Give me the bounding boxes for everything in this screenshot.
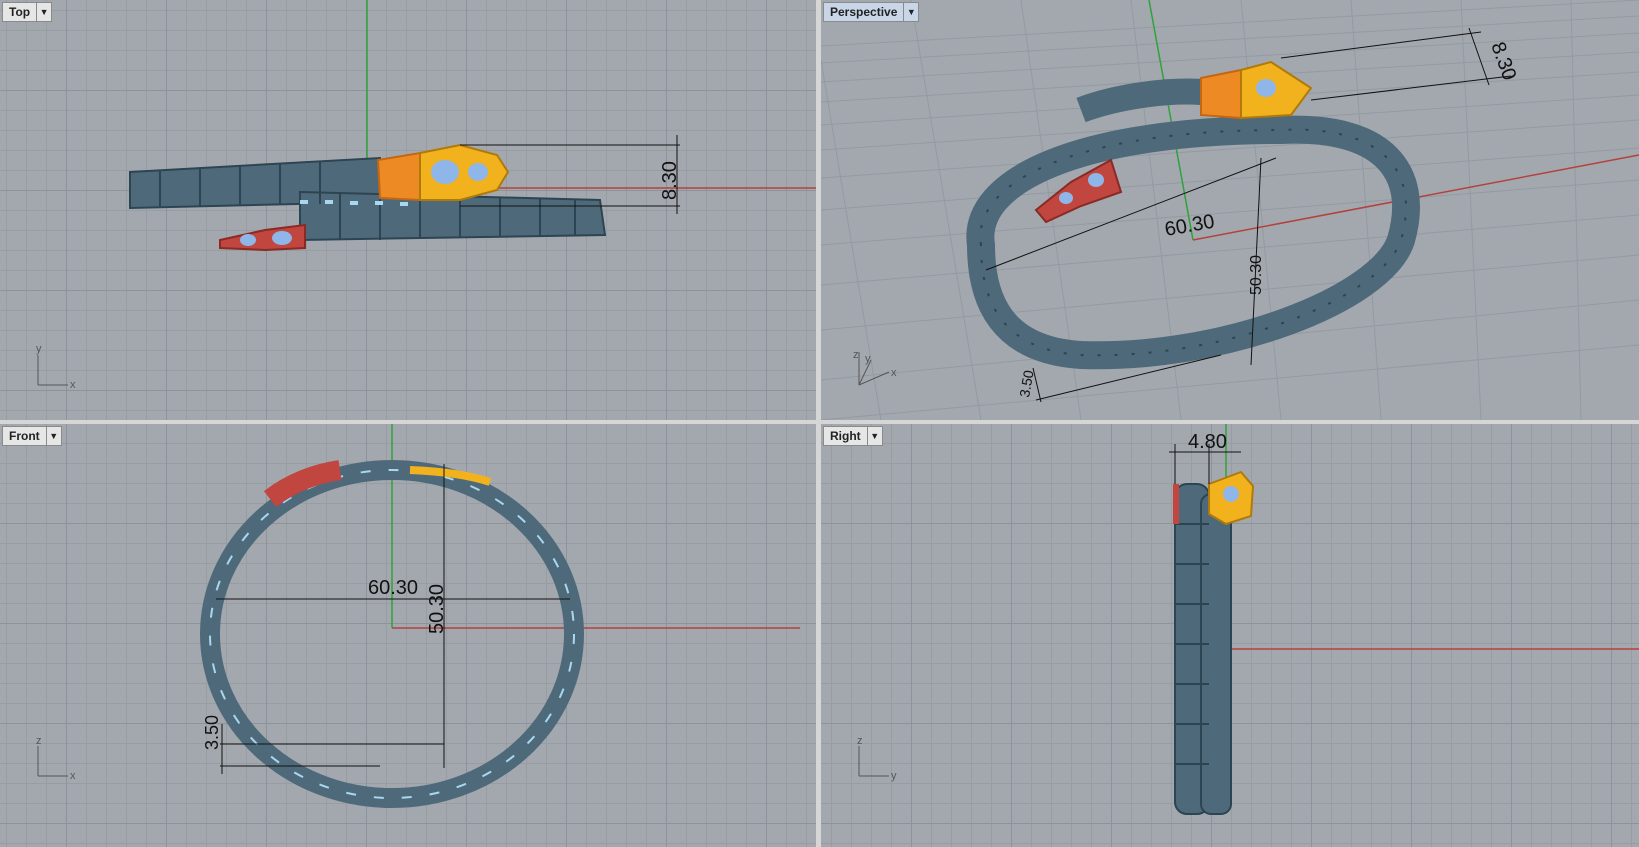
dimension-label-thickness: 3.50	[1016, 369, 1037, 399]
axis-label-v: y	[36, 343, 42, 355]
bracelet-perspective	[966, 60, 1420, 370]
bracelet-top-head	[376, 143, 510, 202]
viewport-label: Perspective	[830, 5, 898, 19]
axis-indicator: y x	[36, 343, 76, 391]
viewport-label: Top	[9, 5, 31, 19]
axis-label-v: z	[857, 735, 863, 747]
axis-label-v: z	[853, 349, 859, 361]
viewport-tab-top[interactable]: Top ▼	[2, 2, 53, 22]
dimension-label-width: 4.80	[1188, 431, 1227, 453]
viewport-perspective[interactable]: Perspective ▼ 8.30 60.30 50.30 3.50 z x …	[821, 0, 1639, 420]
dimension-label-vertical: 50.30	[426, 584, 448, 634]
top-scene: 8.30 y x	[36, 0, 816, 391]
dimension-label-vertical: 50.30	[1248, 255, 1265, 295]
bracelet-right	[1173, 470, 1255, 815]
viewport-tab-front[interactable]: Front ▼	[2, 426, 62, 446]
front-scene: 60.30 50.30 3.50 z x	[36, 424, 800, 808]
viewport-right[interactable]: Right ▼ 4.80 z y	[821, 424, 1639, 847]
viewport-label: Right	[830, 429, 861, 443]
viewport-splitter-horizontal[interactable]	[0, 420, 1639, 424]
axis-label-h: x	[70, 379, 76, 391]
axis-indicator: z x	[36, 735, 76, 782]
chevron-down-icon[interactable]: ▼	[903, 3, 918, 21]
axis-label-d: y	[865, 353, 871, 365]
chevron-down-icon[interactable]: ▼	[36, 3, 51, 21]
dimension-label-height: 8.30	[659, 161, 681, 200]
viewport-tab-right[interactable]: Right ▼	[823, 426, 883, 446]
axis-indicator: z y	[857, 735, 897, 782]
axis-label-h: y	[891, 770, 897, 782]
bracelet-top-tail	[219, 223, 306, 252]
dimension-label-thickness: 3.50	[202, 715, 222, 750]
axis-indicator: z x y	[853, 349, 897, 386]
viewport-label: Front	[9, 429, 40, 443]
axis-label-h: x	[70, 770, 76, 782]
viewport-front[interactable]: Front ▼ 60.30 50.30 3.50 z x	[0, 424, 816, 847]
bracelet-top-body	[129, 156, 607, 242]
chevron-down-icon[interactable]: ▼	[45, 427, 61, 445]
dimension-label-width: 60.30	[368, 577, 418, 599]
viewport-top[interactable]: Top ▼ 8.30 y x	[0, 0, 816, 420]
axis-label-h: x	[891, 367, 897, 379]
chevron-down-icon[interactable]: ▼	[866, 427, 882, 445]
perspective-scene: 8.30 60.30 50.30 3.50 z x y	[853, 0, 1639, 403]
viewport-tab-perspective[interactable]: Perspective ▼	[823, 2, 920, 22]
right-scene: 4.80 z y	[857, 424, 1639, 815]
axis-label-v: z	[36, 735, 42, 747]
dimension-label-height: 8.30	[1486, 39, 1520, 83]
